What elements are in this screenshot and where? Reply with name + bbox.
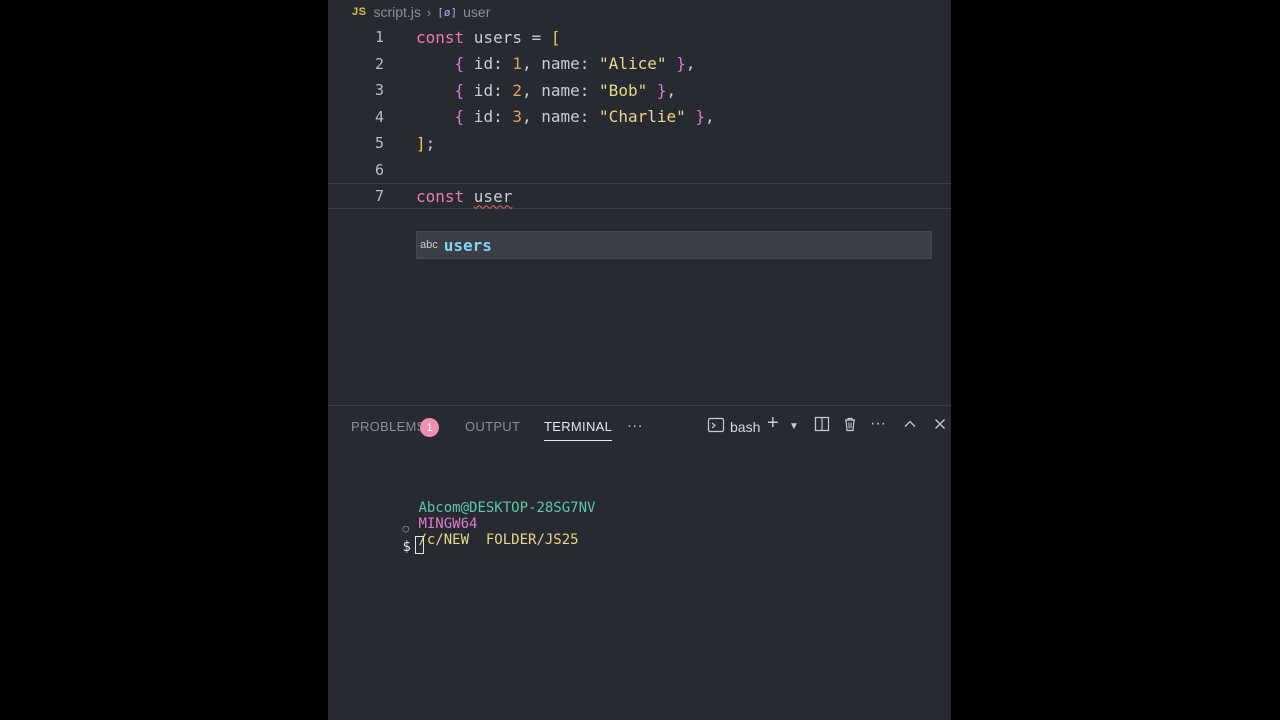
suggestion-widget[interactable]: abc users	[416, 231, 932, 259]
terminal-output[interactable]: Abcom@DESKTOP-28SG7NV MINGW64 /c/NEW FOL…	[328, 446, 951, 720]
code-token: ;	[425, 133, 436, 153]
shell-name[interactable]: bash	[730, 419, 760, 435]
text-cursor-icon: I	[949, 220, 951, 245]
code-text: ];	[416, 134, 435, 153]
tab-terminal[interactable]: TERMINAL	[544, 419, 613, 441]
code-text: { id: 1, name: "Alice" },	[416, 54, 696, 73]
code-token: ,	[666, 80, 677, 100]
code-token: [	[550, 27, 561, 47]
code-line[interactable]: 4 { id: 3, name: "Charlie" },	[328, 104, 951, 130]
maximize-panel-icon[interactable]	[902, 416, 918, 437]
code-token: }	[695, 107, 706, 126]
line-number: 7	[374, 187, 384, 205]
panel-tabs: PROBLEMS 1 OUTPUT TERMINAL ··· bash + ▼ …	[328, 406, 951, 446]
code-text: { id: 3, name: "Charlie" },	[416, 107, 715, 126]
line-number: 3	[374, 81, 384, 99]
chevron-right-icon: ›	[426, 4, 432, 20]
code-line[interactable]: 6	[328, 157, 951, 183]
code-token: =	[521, 27, 551, 47]
code-token: {	[454, 107, 465, 126]
code-token: ]	[416, 133, 426, 153]
code-token: 3	[512, 107, 522, 126]
tab-problems[interactable]: PROBLEMS	[351, 419, 426, 434]
circle-icon: ○	[402, 522, 410, 535]
more-tabs-icon[interactable]: ···	[627, 417, 643, 434]
new-terminal-icon[interactable]: +	[767, 412, 779, 435]
terminal-env: MINGW64	[418, 516, 478, 532]
code-token: const	[416, 186, 474, 206]
code-token: 1	[512, 54, 522, 73]
line-number: 2	[374, 54, 384, 73]
code-text: const user	[416, 187, 512, 206]
code-token: , name:	[521, 107, 600, 126]
bottom-panel: PROBLEMS 1 OUTPUT TERMINAL ··· bash + ▼ …	[328, 405, 951, 720]
code-line[interactable]: 3 { id: 2, name: "Bob" },	[328, 77, 951, 103]
code-token: const	[416, 27, 474, 47]
problems-count-badge: 1	[420, 418, 439, 437]
line-number: 1	[374, 28, 384, 46]
terminal-user: Abcom@DESKTOP-28SG7NV	[418, 500, 596, 516]
code-line[interactable]: 2 { id: 1, name: "Alice" },	[328, 51, 951, 77]
terminal-prompt: $	[402, 539, 411, 555]
code-token: "Charlie"	[599, 107, 686, 126]
code-token: id:	[464, 54, 513, 73]
code-token: user	[473, 186, 513, 206]
code-token: }	[676, 54, 686, 73]
line-number: 6	[374, 160, 384, 179]
code-line[interactable]: 1 const users = [	[328, 24, 951, 50]
split-terminal-icon[interactable]	[814, 416, 830, 437]
code-token: "Alice"	[599, 54, 667, 73]
code-token: 2	[512, 80, 522, 100]
trash-icon[interactable]	[842, 416, 858, 437]
code-token: ,	[685, 54, 696, 73]
code-line[interactable]: 5];	[328, 130, 951, 156]
variable-icon: [ø]	[437, 5, 458, 19]
code-token: id:	[464, 107, 513, 126]
terminal-cursor	[414, 536, 424, 554]
code-text: const users = [	[416, 28, 561, 47]
code-token: , name:	[521, 80, 600, 100]
code-text: { id: 2, name: "Bob" },	[416, 80, 677, 100]
terminal-path: /c/NEW FOLDER/JS25	[418, 532, 579, 548]
terminal-input-line[interactable]: ○ $	[335, 504, 424, 571]
breadcrumb-symbol[interactable]: user	[463, 4, 490, 20]
code-token: , name:	[521, 54, 600, 73]
code-token: users	[473, 27, 522, 47]
line-number: 4	[374, 107, 384, 126]
close-icon[interactable]	[932, 416, 948, 437]
js-file-icon: JS	[352, 6, 367, 18]
code-token: {	[454, 54, 465, 73]
tab-output[interactable]: OUTPUT	[465, 419, 520, 434]
code-line[interactable]: 7 const user	[328, 183, 951, 209]
code-token: ,	[705, 107, 715, 126]
code-token: id:	[464, 80, 513, 100]
code-token: }	[656, 80, 667, 100]
more-actions-icon[interactable]: ···	[870, 415, 886, 433]
line-number: 5	[374, 134, 384, 152]
text-suggestion-icon: abc	[420, 239, 438, 251]
breadcrumb-file[interactable]: script.js	[373, 4, 420, 20]
breadcrumb: JS script.js › [ø] user	[328, 0, 951, 24]
vscode-window: JS script.js › [ø] user 1 const users = […	[328, 0, 951, 720]
code-token: {	[454, 80, 465, 100]
code-editor[interactable]: 1 const users = [2 { id: 1, name: "Alice"…	[328, 24, 951, 404]
code-token: "Bob"	[599, 80, 648, 100]
chevron-down-icon[interactable]: ▼	[789, 421, 799, 432]
terminal-icon[interactable]	[707, 416, 725, 439]
suggestion-item[interactable]: users	[444, 236, 492, 255]
